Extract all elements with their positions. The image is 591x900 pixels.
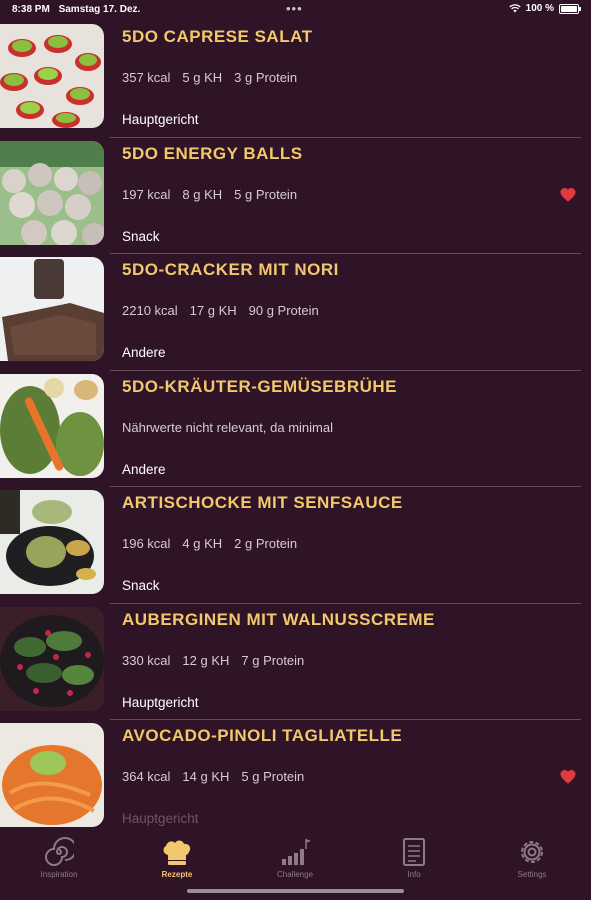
tab-label: Info [407, 870, 421, 879]
recipe-kcal: 196 kcal [122, 536, 171, 551]
tab-label: Rezepte [161, 870, 193, 879]
recipe-carbs: 12 g KH [182, 652, 230, 668]
bar-flag-icon [282, 839, 311, 865]
multitasking-dots[interactable]: ••• [286, 1, 303, 16]
gear-icon [521, 841, 543, 863]
recipe-row-auberginen[interactable]: AUBERGINEN MIT WALNUSSCREME 330 kcal 12 … [0, 604, 591, 720]
tab-inspiration[interactable]: Inspiration [24, 837, 94, 879]
tab-label: Inspiration [40, 870, 78, 879]
chef-hat-icon [163, 840, 191, 865]
tab-info[interactable]: Info [379, 837, 449, 879]
status-bar: 8:38 PM Samstag 17. Dez. ••• 100 % [0, 0, 591, 20]
recipe-title: 5DO CAPRESE SALAT [122, 27, 313, 46]
recipe-image-kraeuter-gemuesebruehe [0, 373, 104, 478]
recipe-protein: 7 g Protein [241, 652, 305, 668]
recipe-protein: 2 g Protein [234, 536, 298, 551]
tab-label: Settings [517, 870, 547, 879]
recipe-carbs: 5 g KH [182, 70, 223, 85]
home-indicator[interactable] [187, 889, 404, 893]
recipe-image-artischocke [0, 490, 104, 594]
recipe-carbs: 4 g KH [182, 536, 223, 551]
tab-settings[interactable]: Settings [497, 837, 567, 879]
recipe-category: Snack [122, 228, 160, 244]
battery-percent: 100 % [525, 3, 554, 14]
wifi-icon [508, 4, 521, 13]
recipe-image-auberginen [0, 606, 104, 711]
recipe-image-avocado-pinoli [0, 723, 104, 827]
recipe-row-energy-balls[interactable]: 5DO ENERGY BALLS 197 kcal 8 g KH 5 g Pro… [0, 138, 591, 254]
recipe-row-kraeuter-gemuesebruehe[interactable]: 5DO-KRÄUTER-GEMÜSEBRÜHE Nährwerte nicht … [0, 371, 591, 487]
recipe-row-avocado-pinoli[interactable]: AVOCADO-PINOLI TAGLIATELLE 364 kcal 14 g… [0, 720, 591, 829]
favorite-heart-icon[interactable] [559, 186, 577, 204]
recipe-category: Snack [122, 578, 160, 593]
recipe-category: Hauptgericht [122, 811, 199, 826]
recipe-protein: 3 g Protein [234, 70, 298, 85]
recipe-nutrition: 2210 kcal 17 g KH 90 g Protein [122, 303, 319, 318]
status-time: 8:38 PM [12, 4, 50, 15]
battery-icon [559, 3, 581, 14]
recipe-nutrition: 357 kcal 5 g KH 3 g Protein [122, 70, 297, 85]
recipe-kcal: 357 kcal [122, 70, 171, 85]
recipe-nutrition: Nährwerte nicht relevant, da minimal [122, 420, 333, 435]
status-date: Samstag 17. Dez. [58, 4, 141, 15]
recipe-kcal: 2210 kcal [122, 303, 178, 318]
recipe-list[interactable]: 5DO CAPRESE SALAT 357 kcal 5 g KH 3 g Pr… [0, 21, 591, 829]
recipe-protein: 5 g Protein [234, 186, 298, 202]
recipe-title: AVOCADO-PINOLI TAGLIATELLE [122, 726, 403, 745]
recipe-carbs: 8 g KH [182, 186, 223, 202]
recipe-image-caprese-salat [0, 24, 104, 128]
recipe-kcal: 330 kcal [122, 652, 171, 668]
recipe-title: 5DO-CRACKER MIT NORI [122, 260, 339, 279]
recipe-nutrition: 330 kcal 12 g KH 7 g Protein [122, 653, 304, 668]
favorite-heart-icon[interactable] [559, 768, 577, 786]
recipe-title: AUBERGINEN MIT WALNUSSCREME [122, 609, 435, 629]
recipe-category: Andere [122, 461, 166, 477]
recipe-protein: 5 g Protein [241, 769, 305, 784]
recipe-carbs: 17 g KH [189, 303, 237, 318]
status-right: 100 % [508, 3, 581, 14]
spiral-icon [45, 837, 74, 866]
recipe-kcal: 364 kcal [122, 769, 171, 784]
recipe-image-energy-balls [0, 140, 104, 245]
recipe-category: Hauptgericht [122, 112, 199, 127]
recipe-row-cracker-nori[interactable]: 5DO-CRACKER MIT NORI 2210 kcal 17 g KH 9… [0, 254, 591, 371]
recipe-title: 5DO-KRÄUTER-GEMÜSEBRÜHE [122, 376, 398, 396]
recipe-nutrition: 196 kcal 4 g KH 2 g Protein [122, 536, 297, 551]
recipe-title: ARTISCHOCKE MIT SENFSAUCE [122, 493, 403, 512]
document-icon [403, 838, 425, 866]
recipe-nutrition-note: Nährwerte nicht relevant, da minimal [122, 419, 333, 435]
recipe-carbs: 14 g KH [182, 769, 230, 784]
recipe-category: Hauptgericht [122, 694, 199, 710]
tab-label: Challenge [276, 870, 314, 879]
recipe-row-caprese-salat[interactable]: 5DO CAPRESE SALAT 357 kcal 5 g KH 3 g Pr… [0, 21, 591, 138]
tab-rezepte[interactable]: Rezepte [142, 837, 212, 879]
tab-challenge[interactable]: Challenge [260, 837, 330, 879]
recipe-kcal: 197 kcal [122, 186, 171, 202]
recipe-row-artischocke[interactable]: ARTISCHOCKE MIT SENFSAUCE 196 kcal 4 g K… [0, 487, 591, 604]
recipe-image-cracker-nori [0, 257, 104, 361]
status-left: 8:38 PM Samstag 17. Dez. [12, 4, 146, 15]
recipe-category: Andere [122, 345, 166, 360]
recipe-nutrition: 364 kcal 14 g KH 5 g Protein [122, 769, 304, 784]
recipe-protein: 90 g Protein [248, 303, 319, 318]
recipe-title: 5DO ENERGY BALLS [122, 143, 303, 163]
recipe-nutrition: 197 kcal 8 g KH 5 g Protein [122, 187, 297, 202]
